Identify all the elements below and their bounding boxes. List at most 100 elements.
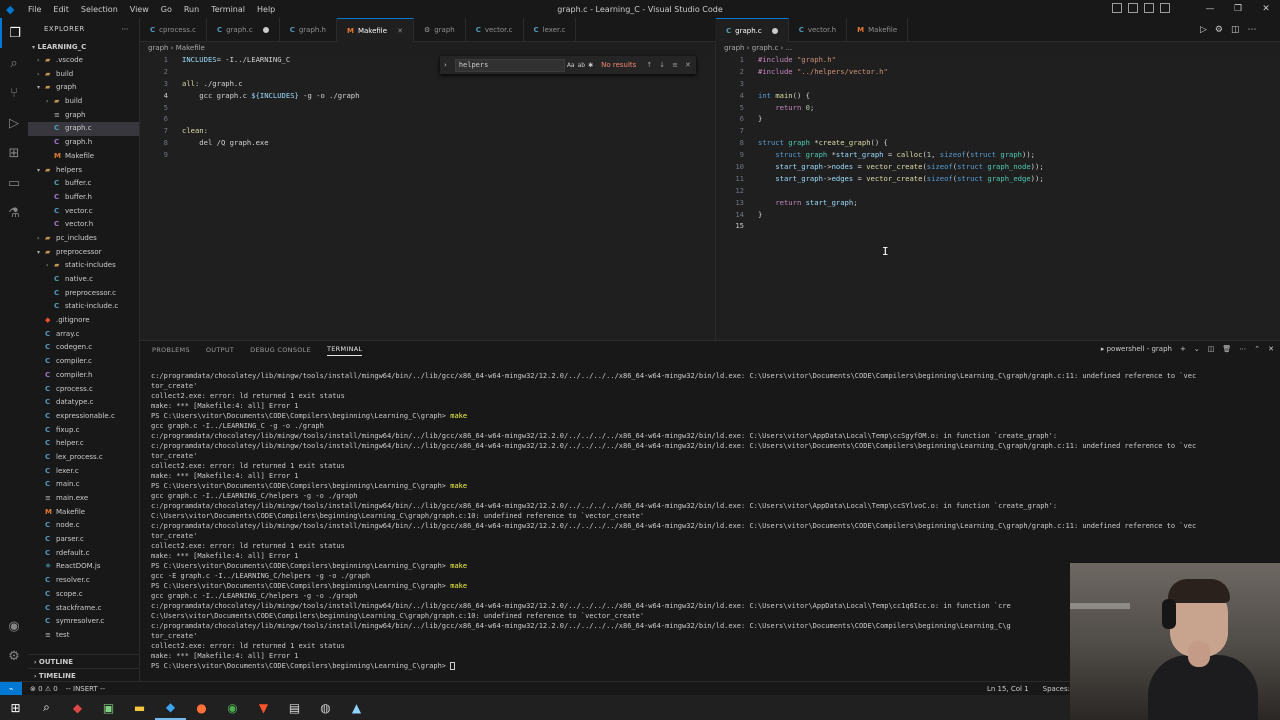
brave-icon[interactable]: ▼ (248, 695, 279, 720)
files-icon[interactable]: ❐ (0, 18, 28, 48)
file-item[interactable]: Cexpressionable.c (28, 410, 139, 424)
run-debug-icon[interactable]: ▷ (0, 108, 28, 138)
search-icon[interactable]: ⌕ (0, 48, 28, 78)
file-item[interactable]: Clex_process.c (28, 451, 139, 465)
file-item[interactable]: Ccodegen.c (28, 341, 139, 355)
file-item[interactable]: Cresolver.c (28, 574, 139, 588)
more-actions-icon[interactable]: ⋯ (1239, 345, 1246, 353)
file-item[interactable]: Cpreprocessor.c (28, 287, 139, 301)
file-item[interactable]: Crdefault.c (28, 547, 139, 561)
workspace-root[interactable]: ▾ LEARNING_C (28, 40, 139, 54)
close-tab-icon[interactable]: ✕ (397, 19, 403, 43)
file-item[interactable]: Cbuffer.h (28, 191, 139, 205)
file-item[interactable]: Ccompiler.h (28, 369, 139, 383)
app2-icon[interactable]: ▲ (341, 695, 372, 720)
tab-makefile[interactable]: M Makefile (847, 18, 909, 42)
graph-c-editor[interactable]: 1 #include "graph.h" 2 #include "../helpers… (716, 54, 1280, 340)
folder-item[interactable]: ▾ ▰ preprocessor (28, 246, 139, 260)
file-item[interactable]: Csymresolver.c (28, 615, 139, 629)
breadcrumb-item[interactable]: ... (786, 44, 793, 52)
panel-tab-output[interactable]: OUTPUT (206, 346, 234, 354)
menu-help[interactable]: Help (251, 5, 281, 14)
close-button[interactable]: ✕ (1252, 0, 1280, 18)
file-item[interactable]: Cnative.c (28, 273, 139, 287)
file-item[interactable]: Cstackframe.c (28, 602, 139, 616)
obs-icon[interactable]: ◍ (310, 695, 341, 720)
file-item[interactable]: Cstatic-include.c (28, 300, 139, 314)
previous-match-icon[interactable]: ↑ (646, 61, 652, 69)
file-item[interactable]: Cscope.c (28, 588, 139, 602)
vscode-icon[interactable]: ◆ (155, 695, 186, 720)
menu-edit[interactable]: Edit (47, 5, 75, 14)
tab-lexer-c[interactable]: Clexer.c (524, 18, 577, 42)
file-item[interactable]: Cfixup.c (28, 424, 139, 438)
kill-terminal-icon[interactable]: 🗑 (1222, 345, 1231, 353)
menu-view[interactable]: View (124, 5, 155, 14)
file-item[interactable]: Cparser.c (28, 533, 139, 547)
more-actions-icon[interactable]: ⋯ (122, 18, 130, 40)
gear-icon[interactable]: ⚙ (1215, 25, 1223, 35)
breadcrumb-item[interactable]: graph.c (752, 44, 779, 52)
split-editor-icon[interactable]: ◫ (1231, 25, 1240, 35)
panel-tab-debug-console[interactable]: DEBUG CONSOLE (250, 346, 311, 354)
panel-tab-terminal[interactable]: TERMINAL (327, 345, 363, 356)
menu-file[interactable]: File (22, 5, 47, 14)
testing-icon[interactable]: ⚗ (0, 198, 28, 228)
folder-item[interactable]: › ▰ pc_includes (28, 232, 139, 246)
match-word-toggle[interactable]: ab (578, 62, 586, 69)
cursor-position[interactable]: Ln 15, Col 1 (987, 685, 1029, 693)
file-item[interactable]: ≡ test (28, 629, 139, 643)
terminal-icon[interactable]: ▣ (93, 695, 124, 720)
terminal-name[interactable]: ▸ powershell - graph (1101, 345, 1172, 353)
tab-vector-h[interactable]: Cvector.h (789, 18, 848, 42)
remote-indicator[interactable]: ⌁ (0, 681, 22, 696)
toggle-sidebar-icon[interactable] (1112, 3, 1122, 13)
file-item[interactable]: Cnode.c (28, 519, 139, 533)
remote-explorer-icon[interactable]: ▭ (0, 168, 28, 198)
folder-item[interactable]: › ▰ build (28, 68, 139, 82)
file-item[interactable]: M Makefile (28, 506, 139, 520)
tab-graph[interactable]: ⚙ graph (414, 18, 466, 42)
customize-layout-icon[interactable] (1160, 3, 1170, 13)
tab-graph-c[interactable]: Cgraph.c (207, 18, 280, 42)
file-item[interactable]: Cdatatype.c (28, 396, 139, 410)
timeline-section[interactable]: › TIMELINE (28, 668, 139, 681)
file-item[interactable]: Cvector.c (28, 205, 139, 219)
file-item[interactable]: ◆ .gitignore (28, 314, 139, 328)
notepad-icon[interactable]: ▤ (279, 695, 310, 720)
problems-count[interactable]: ⊗ 0 ⚠ 0 (30, 685, 58, 693)
close-find-icon[interactable]: ✕ (685, 61, 691, 69)
file-item[interactable]: ≡ main.exe (28, 492, 139, 506)
find-input[interactable]: helpers (454, 58, 565, 72)
split-terminal-icon[interactable]: ◫ (1208, 345, 1215, 353)
folder-item[interactable]: › ▰ .vscode (28, 54, 139, 68)
chevron-down-icon[interactable]: ⌄ (1194, 345, 1200, 353)
file-item[interactable]: Chelper.c (28, 437, 139, 451)
extensions-icon[interactable]: ⊞ (0, 138, 28, 168)
windows-start-icon[interactable]: ⊞ (0, 695, 31, 720)
makefile-editor[interactable]: 1 INCLUDES= -I../LEARNING_C 2 3 all: ./graph… (140, 54, 715, 340)
file-item[interactable]: Ccompiler.c (28, 355, 139, 369)
file-item[interactable]: ≡ graph (28, 109, 139, 123)
new-terminal-icon[interactable]: + (1180, 345, 1186, 353)
file-item[interactable]: Carray.c (28, 328, 139, 342)
app-icon[interactable]: ◆ (62, 695, 93, 720)
file-item[interactable]: ⚛ ReactDOM.js (28, 560, 139, 574)
panel-tab-problems[interactable]: PROBLEMS (152, 346, 190, 354)
find-in-selection-icon[interactable]: ≡ (672, 61, 678, 69)
folder-item[interactable]: ▾ ▰ helpers (28, 164, 139, 178)
file-item[interactable]: Cvector.h (28, 218, 139, 232)
menu-run[interactable]: Run (178, 5, 205, 14)
folder-item[interactable]: ▾ ▰ graph (28, 81, 139, 95)
run-file-icon[interactable]: ▷ (1200, 25, 1207, 35)
file-item[interactable]: Cgraph.c (28, 122, 139, 137)
settings-gear-icon[interactable]: ⚙ (0, 641, 28, 671)
match-case-toggle[interactable]: Aa (567, 62, 575, 69)
next-match-icon[interactable]: ↓ (659, 61, 665, 69)
close-panel-icon[interactable]: ✕ (1268, 345, 1274, 353)
minimize-button[interactable]: — (1196, 0, 1224, 18)
chevron-right-icon[interactable]: › (444, 61, 447, 69)
menu-terminal[interactable]: Terminal (205, 5, 251, 14)
search-icon[interactable]: ⌕ (31, 695, 62, 720)
tab-graph-c[interactable]: Cgraph.c (716, 18, 789, 42)
